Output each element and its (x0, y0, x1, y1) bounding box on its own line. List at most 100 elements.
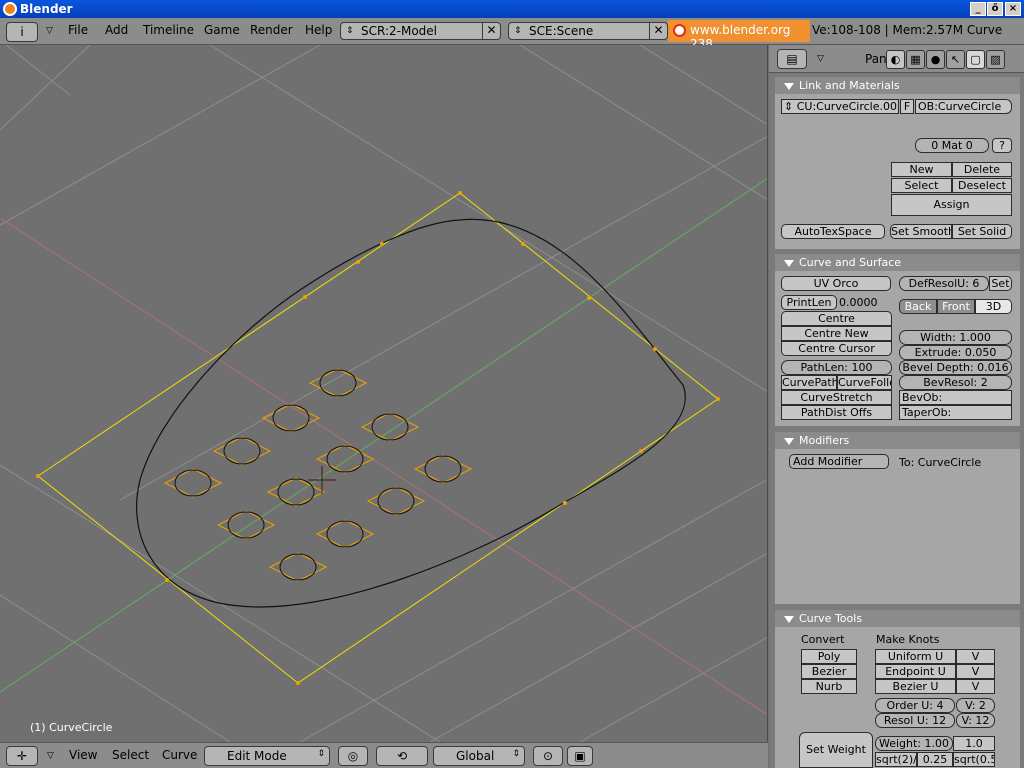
3d-toggle[interactable]: 3D (975, 299, 1012, 314)
convert-bezier-button[interactable]: Bezier (801, 664, 857, 679)
screen-selector[interactable]: ⇕ SCR:2-Model ✕ (340, 22, 501, 40)
menu-view[interactable]: View (69, 748, 97, 762)
menu-render[interactable]: Render (250, 23, 293, 37)
set-weight-button[interactable]: Set Weight (799, 732, 873, 768)
orientation-value: Global (456, 749, 495, 763)
weight-1-button[interactable]: 1.0 (953, 736, 995, 751)
info-window-type-icon[interactable]: i (6, 22, 38, 42)
convert-poly-button[interactable]: Poly (801, 649, 857, 664)
fake-user-button[interactable]: F (900, 99, 914, 114)
menu-game[interactable]: Game (204, 23, 240, 37)
orientation-dropdown[interactable]: Global ⇕ (433, 746, 525, 766)
menu-timeline[interactable]: Timeline (143, 23, 194, 37)
pathdist-offs-toggle[interactable]: PathDist Offs (781, 405, 892, 420)
select-material-button[interactable]: Select (891, 178, 952, 193)
centre-cursor-button[interactable]: Centre Cursor (781, 341, 892, 356)
printlen-button[interactable]: PrintLen (781, 295, 837, 310)
layer-icon[interactable]: ⊙ (533, 746, 563, 766)
3d-viewport[interactable]: (1) CurveCircle (0, 45, 768, 742)
blender-org-link[interactable]: www.blender.org 238 (668, 20, 810, 51)
material-index-field[interactable]: 0 Mat 0 (915, 138, 989, 153)
delete-scene-icon[interactable]: ✕ (649, 22, 667, 40)
weight-field[interactable]: Weight: 1.00 (875, 736, 953, 751)
render-icon[interactable]: ▣ (567, 746, 593, 766)
delete-screen-icon[interactable]: ✕ (482, 22, 500, 40)
panel-title[interactable]: Curve Tools (775, 610, 1020, 627)
logic-icon[interactable]: ◐ (886, 50, 905, 69)
resol-v-field[interactable]: V: 12 (956, 713, 995, 728)
viewport-canvas[interactable] (0, 45, 768, 742)
bevob-field[interactable]: BevOb: (899, 390, 1012, 405)
defresolu-field[interactable]: DefResolU: 6 (899, 276, 989, 291)
bezier-u-button[interactable]: Bezier U (875, 679, 956, 694)
endpoint-v-button[interactable]: V (956, 664, 995, 679)
width-field[interactable]: Width: 1.000 (899, 330, 1012, 345)
scene-icon[interactable]: ▨ (986, 50, 1005, 69)
close-button[interactable]: × (1005, 2, 1021, 16)
add-modifier-dropdown[interactable]: Add Modifier (789, 454, 889, 469)
mode-dropdown[interactable]: Edit Mode ⇕ (204, 746, 330, 766)
front-toggle[interactable]: Front (937, 299, 975, 314)
maximize-button[interactable]: ő (987, 2, 1003, 16)
bevresol-field[interactable]: BevResol: 2 (899, 375, 1012, 390)
manipulator-icon[interactable]: ⟲ (376, 746, 428, 766)
assign-material-button[interactable]: Assign (891, 194, 1012, 216)
set-smooth-button[interactable]: Set Smooth (890, 224, 952, 239)
script-icon[interactable]: ▦ (906, 50, 925, 69)
uv-orco-toggle[interactable]: UV Orco (781, 276, 891, 291)
endpoint-u-button[interactable]: Endpoint U (875, 664, 956, 679)
autotexspace-toggle[interactable]: AutoTexSpace (781, 224, 885, 239)
bezier-v-button[interactable]: V (956, 679, 995, 694)
pathlen-field[interactable]: PathLen: 100 (781, 360, 892, 375)
panel-title[interactable]: Modifiers (775, 432, 1020, 449)
set-solid-button[interactable]: Set Solid (952, 224, 1012, 239)
collapse-menu-icon[interactable]: ▽ (47, 751, 54, 761)
weight-sqrt2-button[interactable]: sqrt(2)/ (875, 752, 917, 767)
minimize-button[interactable]: _ (970, 2, 986, 16)
material-help-button[interactable]: ? (992, 138, 1012, 153)
menu-select[interactable]: Select (112, 748, 149, 762)
weight-025-button[interactable]: 0.25 (917, 752, 953, 767)
panel-title[interactable]: Curve and Surface (775, 254, 1020, 271)
uniform-v-button[interactable]: V (956, 649, 995, 664)
pivot-icon[interactable]: ◎ (338, 746, 368, 766)
curvestretch-toggle[interactable]: CurveStretch (781, 390, 892, 405)
delete-material-button[interactable]: Delete (952, 162, 1012, 177)
curve-name-field[interactable]: ⇕ CU:CurveCircle.003 (781, 99, 899, 114)
curvefollow-toggle[interactable]: CurveFollo (837, 375, 892, 390)
deselect-material-button[interactable]: Deselect (952, 178, 1012, 193)
convert-nurb-button[interactable]: Nurb (801, 679, 857, 694)
buttons-window: ▤ ▽ Panels ◐ ▦ ● ↖ ▢ ▨ Link and Material… (769, 45, 1024, 768)
control-points[interactable] (36, 191, 720, 685)
uniform-u-button[interactable]: Uniform U (875, 649, 956, 664)
centre-button[interactable]: Centre (781, 311, 892, 326)
set-resol-button[interactable]: Set (989, 276, 1012, 291)
menu-curve[interactable]: Curve (162, 748, 197, 762)
menu-add[interactable]: Add (105, 23, 128, 37)
weight-sqrt05-button[interactable]: sqrt(0.5 (953, 752, 995, 767)
back-toggle[interactable]: Back (899, 299, 937, 314)
menu-help[interactable]: Help (305, 23, 332, 37)
menu-file[interactable]: File (68, 23, 88, 37)
scene-selector[interactable]: ⇕ SCE:Scene ✕ (508, 22, 668, 40)
new-material-button[interactable]: New (891, 162, 952, 177)
object-name-field[interactable]: OB:CurveCircle (915, 99, 1012, 114)
button-circles[interactable] (163, 368, 473, 582)
object-icon[interactable]: ↖ (946, 50, 965, 69)
shading-icon[interactable]: ● (926, 50, 945, 69)
taperob-field[interactable]: TaperOb: (899, 405, 1012, 420)
curvepath-toggle[interactable]: CurvePath (781, 375, 837, 390)
order-v-field[interactable]: V: 2 (956, 698, 995, 713)
centre-new-button[interactable]: Centre New (781, 326, 892, 341)
panel-title[interactable]: Link and Materials (775, 77, 1020, 94)
bevel-depth-field[interactable]: Bevel Depth: 0.016 (899, 360, 1012, 375)
view-type-icon[interactable]: ✛ (6, 746, 38, 766)
collapse-menu-icon[interactable]: ▽ (46, 26, 53, 36)
editing-icon[interactable]: ▢ (966, 50, 985, 69)
resol-u-field[interactable]: Resol U: 12 (875, 713, 955, 728)
collapse-menu-icon[interactable]: ▽ (817, 54, 824, 64)
extrude-field[interactable]: Extrude: 0.050 (899, 345, 1012, 360)
order-u-field[interactable]: Order U: 4 (875, 698, 955, 713)
buttons-window-type-icon[interactable]: ▤ (777, 49, 807, 69)
updown-icon: ⇕ (512, 749, 520, 759)
